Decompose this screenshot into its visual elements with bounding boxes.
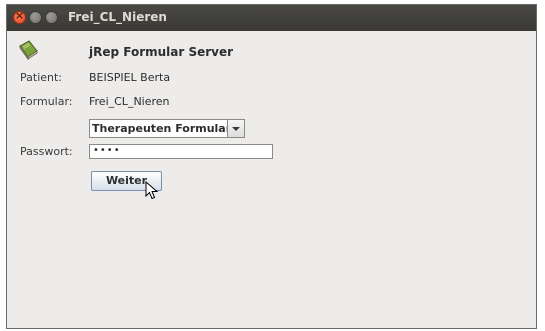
minimize-button[interactable] bbox=[29, 11, 42, 24]
close-button[interactable] bbox=[13, 9, 26, 24]
formular-type-selected: Therapeuten Formular bbox=[92, 122, 232, 135]
formular-label: Formular: bbox=[20, 95, 73, 108]
patient-value: BEISPIEL Berta bbox=[89, 71, 171, 84]
app-window: Frei_CL_Nieren jRep Formular Server Pati… bbox=[6, 4, 537, 329]
formular-type-select[interactable]: Therapeuten Formular bbox=[89, 119, 245, 138]
mouse-pointer-icon bbox=[145, 181, 159, 200]
patient-label: Patient: bbox=[20, 71, 63, 84]
form-panel: jRep Formular Server Patient: BEISPIEL B… bbox=[7, 31, 536, 328]
app-title: jRep Formular Server bbox=[89, 45, 234, 59]
chevron-down-icon[interactable] bbox=[227, 120, 244, 137]
title-bar[interactable]: Frei_CL_Nieren bbox=[7, 5, 536, 31]
password-label: Passwort: bbox=[20, 145, 73, 158]
maximize-button[interactable] bbox=[45, 11, 58, 24]
book-icon bbox=[19, 40, 38, 61]
password-field[interactable]: •••• bbox=[89, 144, 273, 159]
window-title: Frei_CL_Nieren bbox=[68, 10, 167, 24]
formular-value: Frei_CL_Nieren bbox=[89, 95, 170, 108]
